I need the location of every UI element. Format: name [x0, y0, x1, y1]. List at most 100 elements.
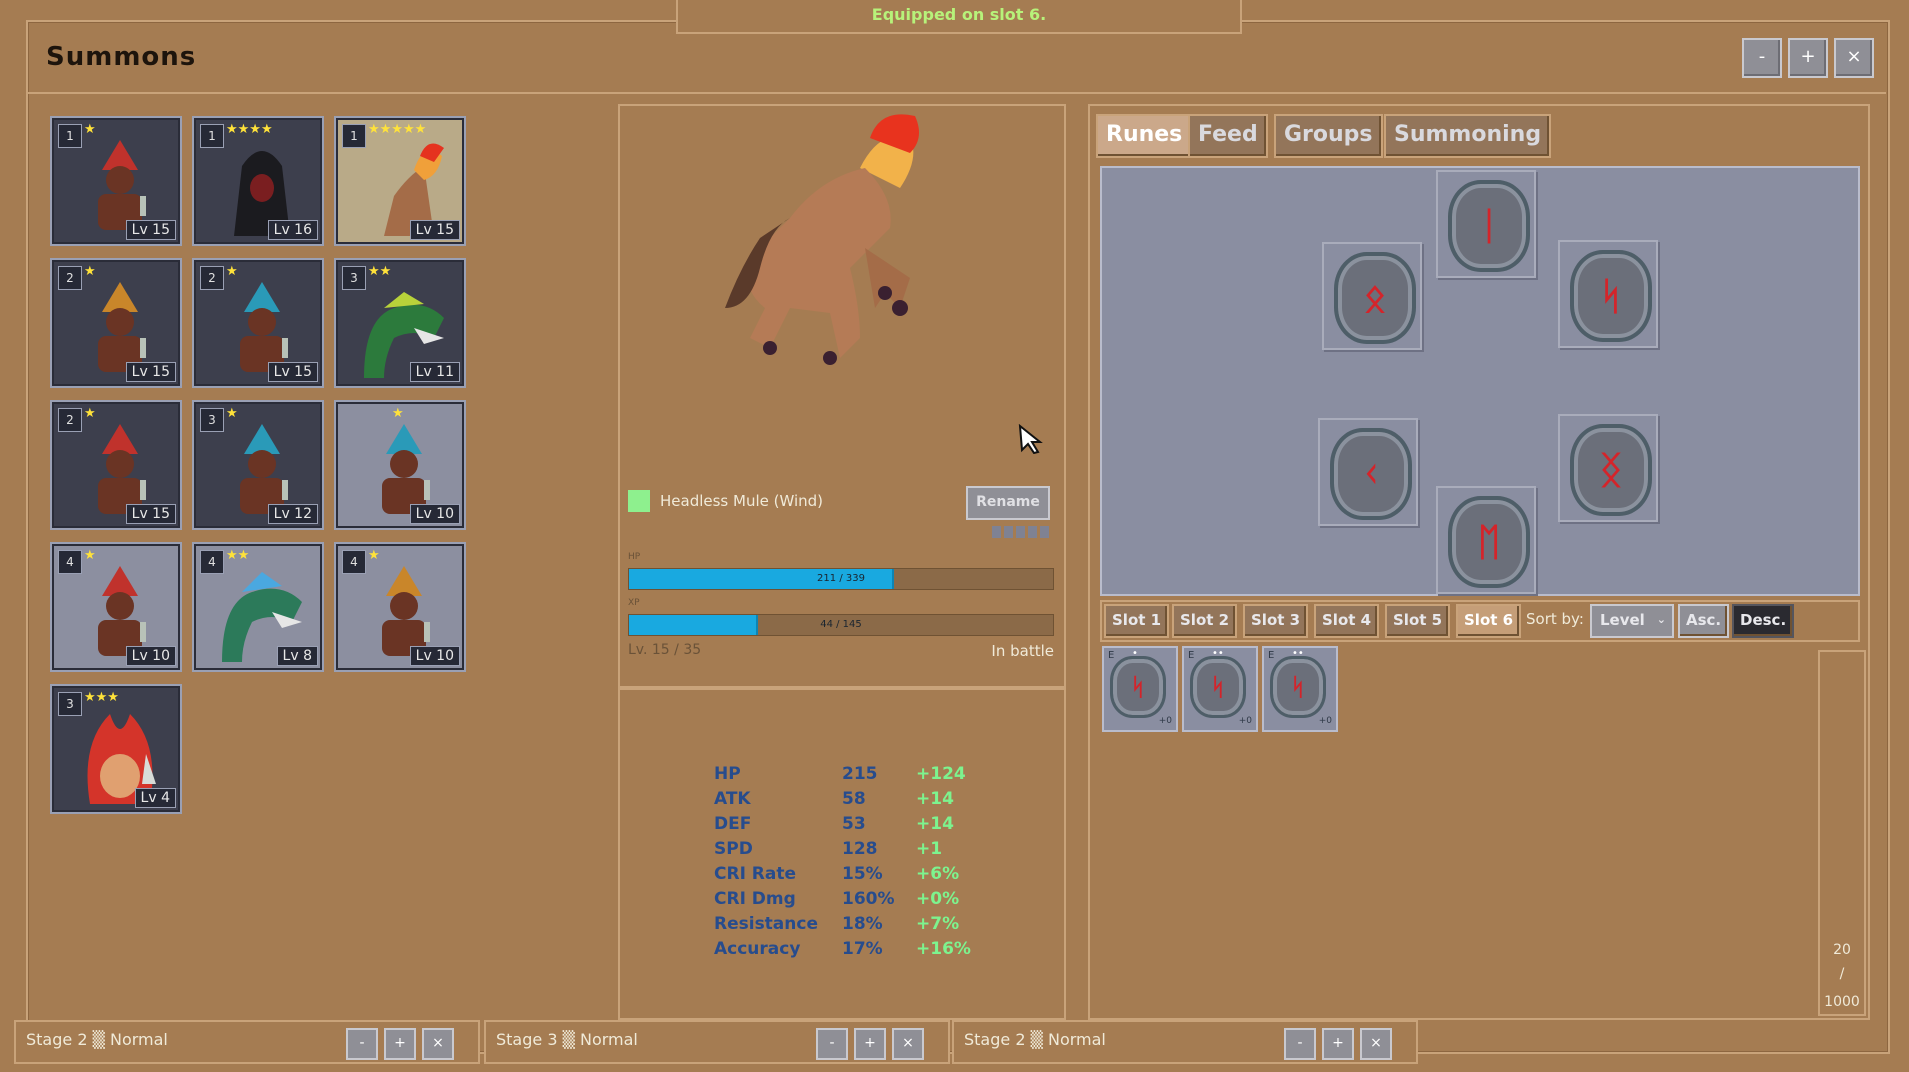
rune-slot-1[interactable]: ᛁ	[1436, 170, 1536, 278]
star-rating: ★★★	[84, 690, 119, 705]
summon-card[interactable]: 4 ★ Lv 10	[50, 542, 182, 672]
slot-3-button[interactable]: Slot 3	[1243, 604, 1309, 638]
stage-label: Stage 2 ▒ Normal	[26, 1030, 168, 1049]
stage-close-button[interactable]: ×	[1360, 1028, 1392, 1060]
rune-upgrade-level: +0	[1238, 716, 1252, 726]
level-badge: Lv 11	[409, 362, 460, 382]
rune-slot-6[interactable]: ᛟ	[1322, 242, 1422, 350]
rune-icon: ᚲ	[1330, 428, 1412, 520]
stat-name: DEF	[714, 814, 752, 834]
stage-minimize-button[interactable]: -	[816, 1028, 848, 1060]
stage-maximize-button[interactable]: +	[854, 1028, 886, 1060]
summon-card[interactable]: 3 ★★★ Lv 4	[50, 684, 182, 814]
equip-notice: Equipped on slot 6.	[676, 0, 1242, 34]
summon-card[interactable]: 2 ★ Lv 15	[192, 258, 324, 388]
star-rating: ★★	[226, 548, 250, 563]
rune-icon: ᛟ	[1334, 252, 1416, 344]
stat-name: ATK	[714, 789, 751, 809]
summon-card[interactable]: ★ Lv 10	[334, 400, 466, 530]
stat-bonus: +6%	[916, 864, 960, 884]
capacity-separator: /	[1839, 966, 1845, 982]
stage-bar-3: Stage 2 ▒ Normal - + ×	[952, 1020, 1418, 1064]
hp-text: 211 / 339	[817, 573, 865, 584]
rune-upgrade-level: +0	[1318, 716, 1332, 726]
stat-name: Resistance	[714, 914, 818, 934]
level-badge: Lv 15	[409, 220, 460, 240]
summon-name: Headless Mule (Wind)	[660, 492, 824, 510]
hp-bar: 211 / 339	[628, 568, 1054, 590]
summon-card[interactable]: 3 ★ Lv 12	[192, 400, 324, 530]
tab-summoning[interactable]: Summoning	[1384, 114, 1552, 158]
rune-slot-4[interactable]: ᛖ	[1436, 486, 1536, 594]
slot-4-button[interactable]: Slot 4	[1314, 604, 1380, 638]
stat-value: 58	[842, 789, 866, 809]
sort-desc-button[interactable]: Desc.	[1732, 604, 1795, 638]
capacity-current: 20	[1833, 942, 1851, 958]
rarity-pips-icon	[992, 526, 1050, 538]
inventory-rune[interactable]: E •• ᛋ +0	[1262, 646, 1338, 732]
sort-select[interactable]: Level ⌄	[1590, 604, 1674, 638]
minimize-button[interactable]: -	[1742, 38, 1782, 78]
summon-card[interactable]: 2 ★ Lv 15	[50, 400, 182, 530]
group-badge: 1	[200, 124, 224, 148]
level-badge: Lv 15	[125, 362, 176, 382]
level-badge: Lv 16	[267, 220, 318, 240]
inventory-rune[interactable]: E •• ᛋ +0	[1182, 646, 1258, 732]
stage-minimize-button[interactable]: -	[346, 1028, 378, 1060]
level-badge: Lv 8	[276, 646, 318, 666]
element-swatch	[628, 490, 650, 512]
tab-runes[interactable]: Runes	[1096, 114, 1193, 158]
stat-name: CRI Rate	[714, 864, 797, 884]
slot-6-button[interactable]: Slot 6	[1456, 604, 1522, 638]
stage-close-button[interactable]: ×	[892, 1028, 924, 1060]
rune-icon: ᛝ	[1570, 424, 1652, 516]
stat-name: HP	[714, 764, 741, 784]
tab-feed[interactable]: Feed	[1188, 114, 1268, 158]
rename-button[interactable]: Rename	[966, 486, 1050, 520]
stat-value: 160%	[842, 889, 895, 909]
summon-card[interactable]: 4 ★★ Lv 8	[192, 542, 324, 672]
stat-bonus: +16%	[916, 939, 971, 959]
xp-label: XP	[628, 598, 640, 608]
stat-value: 53	[842, 814, 866, 834]
inventory-rune[interactable]: E • ᛋ +0	[1102, 646, 1178, 732]
stage-bar-1: Stage 2 ▒ Normal - + ×	[14, 1020, 480, 1064]
star-rating: ★	[84, 548, 96, 563]
rune-slot-5[interactable]: ᚲ	[1318, 418, 1418, 526]
rune-slot-2[interactable]: ᛋ	[1558, 240, 1658, 348]
star-rating: ★★★★★	[368, 122, 427, 137]
slot-2-button[interactable]: Slot 2	[1172, 604, 1238, 638]
stage-close-button[interactable]: ×	[422, 1028, 454, 1060]
runes-panel: Runes Feed Groups Summoning ᛁ ᛋ ᛝ ᛖ ᚲ ᛟ …	[1088, 104, 1870, 1020]
stage-label: Stage 3 ▒ Normal	[496, 1030, 638, 1049]
battle-status: In battle	[991, 642, 1054, 660]
close-button[interactable]: ×	[1834, 38, 1874, 78]
tab-groups[interactable]: Groups	[1274, 114, 1383, 158]
maximize-button[interactable]: +	[1788, 38, 1828, 78]
stat-name: SPD	[714, 839, 753, 859]
summon-card[interactable]: 1 ★★★★ Lv 16	[192, 116, 324, 246]
group-badge: 1	[58, 124, 82, 148]
stat-bonus: +14	[916, 789, 954, 809]
stage-bar-2: Stage 3 ▒ Normal - + ×	[484, 1020, 950, 1064]
level-badge: Lv 4	[134, 788, 176, 808]
summon-card[interactable]: 3 ★★ Lv 11	[334, 258, 466, 388]
rune-icon: ᛖ	[1448, 496, 1530, 588]
stage-maximize-button[interactable]: +	[1322, 1028, 1354, 1060]
summon-card[interactable]: 2 ★ Lv 15	[50, 258, 182, 388]
rune-slot-3[interactable]: ᛝ	[1558, 414, 1658, 522]
inventory-scrollbar[interactable]: 20 / 1000	[1818, 650, 1866, 1016]
slot-1-button[interactable]: Slot 1	[1104, 604, 1170, 638]
rune-icon: ᛋ	[1570, 250, 1652, 342]
rune-upgrade-level: +0	[1158, 716, 1172, 726]
summon-card[interactable]: 4 ★ Lv 10	[334, 542, 466, 672]
slot-5-button[interactable]: Slot 5	[1385, 604, 1451, 638]
stage-maximize-button[interactable]: +	[384, 1028, 416, 1060]
sort-asc-button[interactable]: Asc.	[1678, 604, 1730, 638]
summon-card[interactable]: 1 ★ Lv 15	[50, 116, 182, 246]
group-badge: 3	[200, 408, 224, 432]
stat-value: 215	[842, 764, 878, 784]
stage-minimize-button[interactable]: -	[1284, 1028, 1316, 1060]
summon-card[interactable]: 1 ★★★★★ Lv 15	[334, 116, 466, 246]
group-badge: 2	[58, 408, 82, 432]
